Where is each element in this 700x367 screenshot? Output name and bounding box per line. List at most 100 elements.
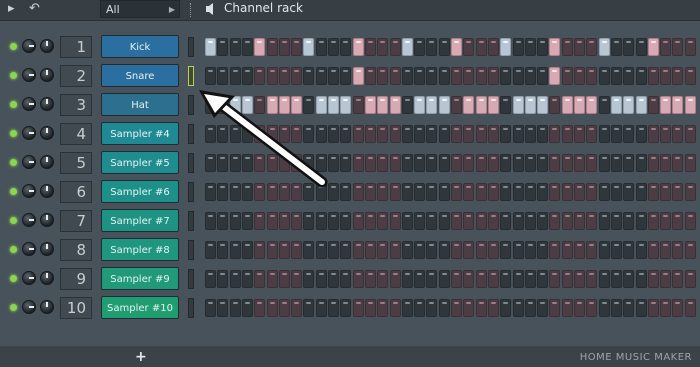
step-button[interactable]	[598, 38, 610, 56]
step-button[interactable]	[561, 270, 573, 288]
step-button[interactable]	[266, 96, 278, 114]
step-button[interactable]	[598, 183, 610, 201]
mixer-track-number[interactable]: 8	[60, 239, 92, 261]
step-button[interactable]	[266, 125, 278, 143]
step-button[interactable]	[205, 125, 216, 143]
step-button[interactable]	[524, 212, 536, 230]
step-button[interactable]	[537, 96, 549, 114]
step-button[interactable]	[623, 125, 635, 143]
step-button[interactable]	[352, 299, 364, 317]
step-button[interactable]	[364, 125, 376, 143]
step-button[interactable]	[217, 299, 229, 317]
step-button[interactable]	[328, 96, 339, 114]
step-button[interactable]	[328, 270, 339, 288]
channel-button[interactable]: Sampler #8	[101, 238, 179, 261]
step-button[interactable]	[635, 96, 647, 114]
step-button[interactable]	[414, 67, 426, 85]
step-button[interactable]	[364, 96, 376, 114]
pan-knob[interactable]	[22, 126, 36, 140]
step-button[interactable]	[205, 270, 216, 288]
step-button[interactable]	[574, 299, 585, 317]
step-button[interactable]	[438, 241, 450, 259]
mute-led-icon[interactable]	[10, 217, 17, 224]
step-button[interactable]	[414, 154, 426, 172]
channel-select-toggle[interactable]	[188, 298, 194, 318]
step-button[interactable]	[549, 67, 561, 85]
step-button[interactable]	[315, 96, 327, 114]
step-button[interactable]	[205, 67, 216, 85]
pan-knob[interactable]	[22, 242, 36, 256]
step-button[interactable]	[241, 67, 253, 85]
step-button[interactable]	[537, 241, 549, 259]
step-button[interactable]	[352, 270, 364, 288]
step-button[interactable]	[586, 154, 598, 172]
step-button[interactable]	[241, 38, 253, 56]
step-button[interactable]	[684, 96, 696, 114]
step-button[interactable]	[426, 125, 438, 143]
step-button[interactable]	[217, 270, 229, 288]
step-button[interactable]	[623, 67, 635, 85]
step-button[interactable]	[451, 67, 462, 85]
step-button[interactable]	[229, 67, 241, 85]
step-button[interactable]	[475, 38, 487, 56]
step-button[interactable]	[352, 183, 364, 201]
channel-select-toggle[interactable]	[188, 269, 194, 289]
step-button[interactable]	[414, 241, 426, 259]
step-button[interactable]	[647, 67, 659, 85]
step-button[interactable]	[463, 299, 475, 317]
step-button[interactable]	[426, 212, 438, 230]
step-button[interactable]	[610, 96, 622, 114]
step-button[interactable]	[451, 241, 462, 259]
step-button[interactable]	[229, 183, 241, 201]
step-button[interactable]	[291, 299, 303, 317]
step-button[interactable]	[598, 212, 610, 230]
step-button[interactable]	[537, 299, 549, 317]
step-button[interactable]	[635, 270, 647, 288]
step-button[interactable]	[303, 67, 315, 85]
step-button[interactable]	[684, 67, 696, 85]
mute-led-icon[interactable]	[10, 188, 17, 195]
step-button[interactable]	[303, 241, 315, 259]
step-button[interactable]	[451, 299, 462, 317]
step-button[interactable]	[315, 125, 327, 143]
step-button[interactable]	[635, 38, 647, 56]
step-button[interactable]	[537, 270, 549, 288]
step-button[interactable]	[438, 183, 450, 201]
step-button[interactable]	[291, 125, 303, 143]
step-button[interactable]	[537, 38, 549, 56]
step-button[interactable]	[377, 212, 389, 230]
step-button[interactable]	[660, 154, 672, 172]
step-button[interactable]	[561, 212, 573, 230]
step-button[interactable]	[364, 270, 376, 288]
step-button[interactable]	[414, 299, 426, 317]
step-button[interactable]	[684, 299, 696, 317]
step-button[interactable]	[610, 241, 622, 259]
step-button[interactable]	[586, 96, 598, 114]
step-button[interactable]	[389, 154, 401, 172]
step-button[interactable]	[500, 299, 512, 317]
step-button[interactable]	[352, 212, 364, 230]
step-button[interactable]	[254, 212, 266, 230]
mute-led-icon[interactable]	[10, 43, 17, 50]
channel-button[interactable]: Sampler #9	[101, 267, 179, 290]
step-button[interactable]	[278, 299, 290, 317]
step-button[interactable]	[401, 212, 413, 230]
step-button[interactable]	[684, 154, 696, 172]
step-button[interactable]	[254, 38, 266, 56]
step-button[interactable]	[254, 241, 266, 259]
undo-icon[interactable]: ↶	[29, 1, 40, 16]
step-button[interactable]	[463, 212, 475, 230]
mute-led-icon[interactable]	[10, 101, 17, 108]
pan-knob[interactable]	[22, 271, 36, 285]
step-button[interactable]	[487, 299, 499, 317]
step-button[interactable]	[315, 299, 327, 317]
step-button[interactable]	[291, 154, 303, 172]
pan-knob[interactable]	[22, 213, 36, 227]
step-button[interactable]	[537, 125, 549, 143]
volume-knob[interactable]	[40, 126, 54, 140]
step-button[interactable]	[672, 96, 684, 114]
channel-filter-select[interactable]: All ▶	[100, 0, 180, 18]
pan-knob[interactable]	[22, 300, 36, 314]
step-button[interactable]	[561, 67, 573, 85]
step-button[interactable]	[377, 241, 389, 259]
